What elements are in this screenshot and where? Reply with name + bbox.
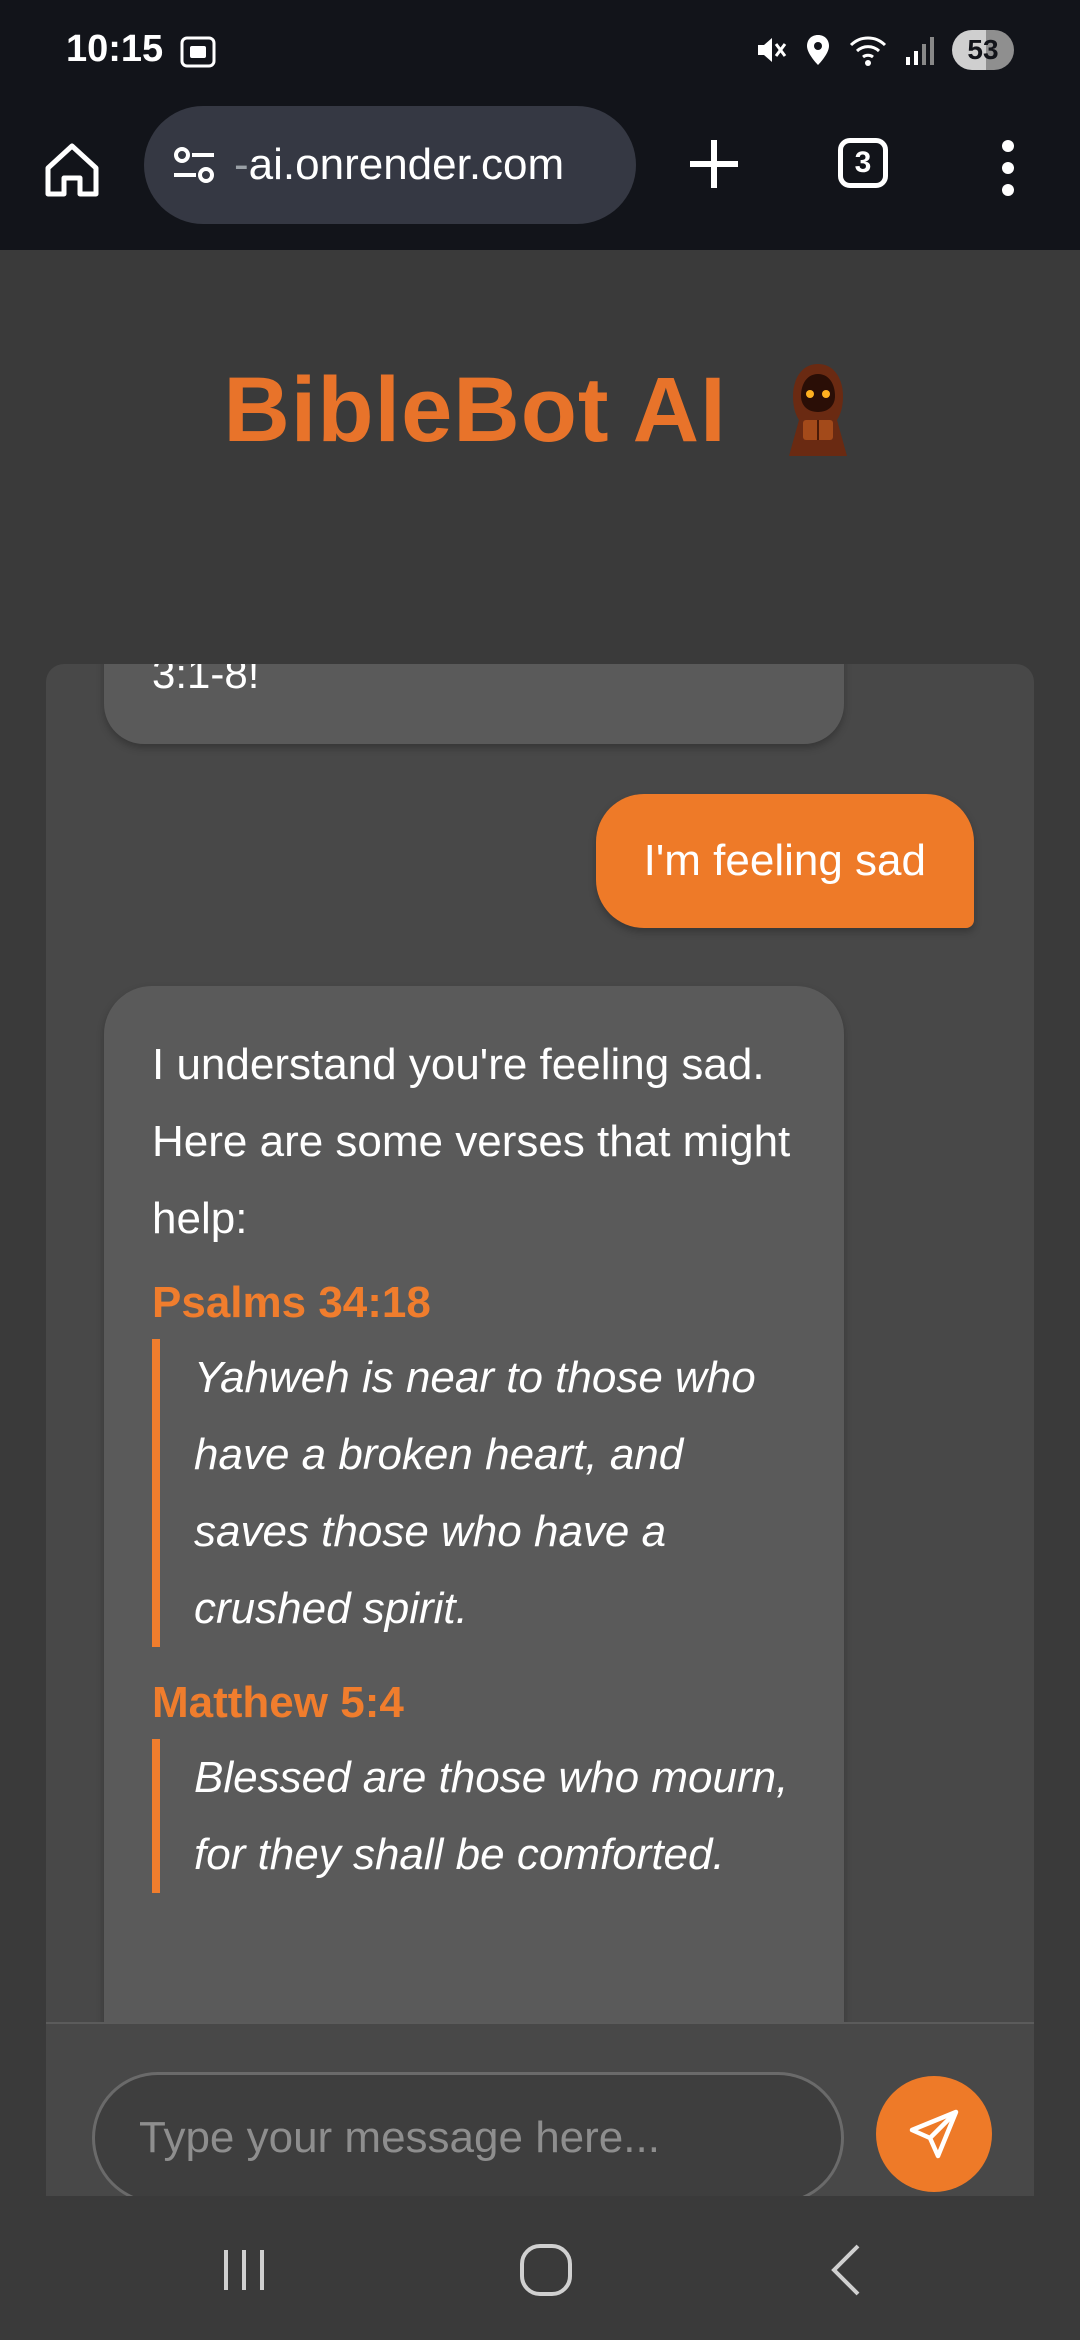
- tab-switcher-button[interactable]: 3: [838, 138, 888, 188]
- app-area: BibleBot AI 3:1-8! I'm feeling sad I und…: [0, 250, 1080, 2204]
- chat-panel: 3:1-8! I'm feeling sad I understand you'…: [46, 664, 1034, 2196]
- user-message: I'm feeling sad: [595, 794, 974, 928]
- verse-quote: Blessed are those who mourn, for they sh…: [152, 1739, 796, 1893]
- app-title: BibleBot AI: [223, 358, 727, 461]
- message-list[interactable]: 3:1-8! I'm feeling sad I understand you'…: [46, 664, 1034, 2196]
- url-prefix: -: [234, 140, 249, 189]
- hooded-monk-icon: [788, 364, 847, 456]
- status-icons: 53: [754, 30, 1014, 70]
- address-bar[interactable]: -ai.onrender.com: [144, 106, 636, 224]
- system-navigation-bar: [0, 2196, 1080, 2340]
- bot-message-tail-text: 3:1-8!: [152, 664, 260, 697]
- app-header: BibleBot AI: [0, 350, 1080, 470]
- message-input[interactable]: [92, 2072, 844, 2204]
- bot-message-text: I understand you're feeling sad. Here ar…: [152, 1040, 791, 1243]
- wifi-icon: [849, 36, 887, 66]
- back-icon[interactable]: [818, 2240, 878, 2300]
- signal-icon: [906, 37, 934, 65]
- url-text: -ai.onrender.com: [234, 140, 564, 190]
- verse-reference: Matthew 5:4: [152, 1678, 404, 1727]
- verse-quote: Yahweh is near to those who have a broke…: [152, 1339, 796, 1647]
- send-button[interactable]: [876, 2076, 992, 2192]
- more-menu-icon[interactable]: [996, 138, 1020, 198]
- bot-message-previous: 3:1-8!: [104, 664, 844, 744]
- url-domain: ai.onrender.com: [248, 140, 565, 189]
- home-icon[interactable]: [40, 138, 104, 202]
- site-settings-icon[interactable]: [168, 139, 220, 191]
- location-icon: [807, 35, 829, 65]
- screenshot-icon: [180, 36, 216, 68]
- battery-indicator: 53: [952, 30, 1014, 70]
- bot-message: I understand you're feeling sad. Here ar…: [104, 986, 844, 2086]
- browser-toolbar: -ai.onrender.com 3: [0, 104, 1080, 250]
- verse-reference: Psalms 34:18: [152, 1278, 431, 1327]
- verse-line: Yahweh is near to those who have a broke…: [194, 1353, 756, 1633]
- verse-line: for they shall be comforted.: [194, 1830, 725, 1879]
- recent-apps-icon[interactable]: [214, 2240, 274, 2300]
- send-icon: [909, 2109, 959, 2159]
- new-tab-icon[interactable]: [684, 134, 744, 194]
- mute-icon: [758, 38, 787, 62]
- status-time: 10:15: [66, 28, 164, 70]
- status-bar: 10:15 53: [0, 0, 1080, 104]
- verse-line: Blessed are those who mourn,: [194, 1753, 789, 1802]
- message-composer: [46, 2022, 1034, 2204]
- home-nav-icon[interactable]: [516, 2240, 576, 2300]
